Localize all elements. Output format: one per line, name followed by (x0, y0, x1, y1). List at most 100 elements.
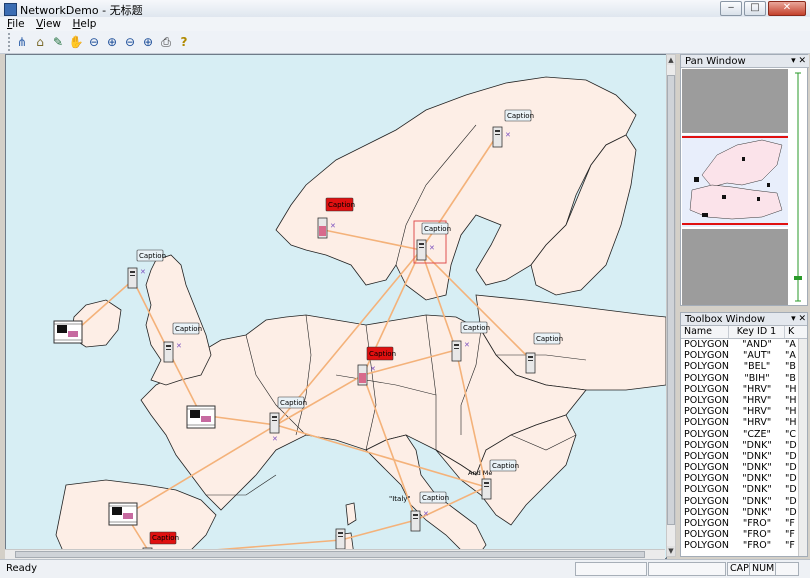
menu-view[interactable]: View (32, 17, 65, 31)
table-row[interactable]: POLYGON "FRO" "F (681, 540, 799, 551)
cell-key-id: "AND" (742, 339, 772, 350)
toolbox-grid-header: Name Key ID 1 K (681, 326, 807, 339)
cell-key-id: "AUT" (743, 350, 771, 362)
table-row[interactable]: POLYGON "BIH" "B (681, 373, 799, 384)
cell-key-id: "DNK" (742, 439, 772, 451)
pan-empty-area (682, 229, 788, 305)
select-tool-icon[interactable]: ✎ (50, 34, 66, 50)
pan-zoom-slider[interactable] (791, 69, 805, 305)
table-row[interactable]: POLYGON "DNK" "D (681, 507, 799, 518)
cell-key-id: "DNK" (742, 462, 772, 474)
status-pane (775, 562, 799, 576)
zoom-in-icon[interactable]: ⊕ (104, 34, 120, 50)
cell-name: POLYGON (684, 506, 729, 518)
column-header[interactable]: Key ID 1 (729, 326, 785, 338)
cell-name: POLYGON (684, 518, 729, 529)
cell-name: POLYGON (684, 529, 729, 541)
cell-k: "B (785, 372, 796, 384)
toolbox-vertical-scrollbar[interactable] (798, 339, 807, 556)
pan-hand-icon[interactable]: ✋ (68, 34, 84, 50)
menu-file[interactable]: File (3, 17, 29, 31)
cell-key-id: "HRV" (742, 417, 772, 429)
table-row[interactable]: POLYGON "CZE" "C (681, 429, 799, 440)
table-row[interactable]: POLYGON "DNK" "D (681, 484, 799, 495)
table-row[interactable]: POLYGON "DNK" "D (681, 473, 799, 484)
cell-k: "H (785, 417, 797, 429)
table-row[interactable]: POLYGON "FRO" "F (681, 529, 799, 540)
table-row[interactable]: POLYGON "AND" "A (681, 339, 799, 350)
svg-text:✕: ✕ (423, 510, 429, 518)
zoom-all-icon[interactable]: ⊕ (140, 34, 156, 50)
pan-map-preview[interactable] (682, 135, 788, 227)
minimize-button[interactable]: ‒ (720, 1, 742, 16)
table-row[interactable]: POLYGON "FRO" "F (681, 518, 799, 529)
cell-name: POLYGON (684, 540, 729, 552)
close-button[interactable]: ✕ (768, 1, 806, 16)
toolbox-window[interactable]: Toolbox Window ▾ ✕ Name Key ID 1 K POLYG… (680, 312, 808, 557)
rack-node[interactable] (186, 405, 216, 429)
menu-bar: File View Help (0, 17, 810, 31)
zoom-out-icon[interactable]: ⊖ (86, 34, 102, 50)
toolbar: ⋔ ⌂ ✎ ✋ ⊖ ⊕ ⊖ ⊕ ⎙ ? (0, 31, 810, 54)
caption-label: Caption (152, 534, 179, 542)
svg-text:✕: ✕ (464, 341, 470, 349)
svg-text:✕: ✕ (505, 131, 511, 139)
svg-text:✕: ✕ (370, 365, 376, 373)
window-title: NetworkDemo - 无标题 (20, 4, 143, 17)
cell-name: POLYGON (684, 450, 729, 462)
caption-label: Caption (328, 201, 355, 209)
cell-name: POLYGON (684, 383, 729, 395)
column-header[interactable]: K (785, 326, 807, 338)
table-row[interactable]: POLYGON "DNK" "D (681, 451, 799, 462)
table-row[interactable]: POLYGON "BEL" "B (681, 361, 799, 372)
rack-node[interactable] (53, 320, 83, 344)
table-row[interactable]: POLYGON "DNK" "D (681, 496, 799, 507)
table-row[interactable]: POLYGON "DNK" "D (681, 440, 799, 451)
map-view[interactable]: ✕ Caption ✕ Caption ✕ Caption ✕ Caption … (5, 54, 667, 559)
column-header[interactable]: Name (681, 326, 729, 338)
table-row[interactable]: POLYGON "HRV" "H (681, 395, 799, 406)
table-row[interactable]: POLYGON "HRV" "H (681, 417, 799, 428)
menu-help[interactable]: Help (69, 17, 101, 31)
map-vertical-scrollbar[interactable]: ▲ ▼ (666, 54, 676, 557)
table-row[interactable]: POLYGON "AUT" "A (681, 350, 799, 361)
cell-name: POLYGON (684, 417, 729, 429)
rack-node[interactable] (108, 502, 138, 526)
table-row[interactable]: POLYGON "DNK" "D (681, 462, 799, 473)
map-horizontal-scrollbar[interactable] (5, 549, 665, 559)
cell-k: "H (785, 394, 797, 406)
scroll-up-arrow-icon[interactable]: ▲ (667, 55, 675, 65)
toolbox-window-title: Toolbox Window ▾ ✕ (681, 313, 807, 326)
maximize-button[interactable]: □ (744, 1, 766, 16)
caption-label: Caption (422, 494, 449, 502)
network-tool-icon[interactable]: ⋔ (14, 34, 30, 50)
pan-window[interactable]: Pan Window ▾ ✕ (680, 54, 809, 306)
scroll-down-arrow-icon[interactable]: ▼ (667, 546, 675, 556)
svg-text:✕: ✕ (429, 244, 435, 252)
cell-key-id: "HRV" (742, 394, 772, 406)
caption-label: Caption (507, 112, 534, 120)
cell-name: POLYGON (684, 394, 729, 406)
europe-map[interactable]: ✕ Caption ✕ Caption ✕ Caption ✕ Caption … (6, 55, 666, 558)
cell-key-id: "FRO" (742, 529, 772, 541)
zoom-out-2-icon[interactable]: ⊖ (122, 34, 138, 50)
caption-label: Caption (369, 350, 396, 358)
caption-label: Caption (492, 462, 519, 470)
panel-controls-icon[interactable]: ▾ ✕ (791, 55, 806, 68)
toolbar-group: ⋔ ⌂ ✎ ✋ ⊖ ⊕ ⊖ ⊕ ⎙ ? (8, 33, 192, 51)
server-node[interactable] (335, 528, 346, 550)
print-icon[interactable]: ⎙ (158, 34, 174, 50)
scroll-thumb[interactable] (667, 75, 675, 525)
cell-name: POLYGON (684, 439, 729, 451)
cell-k: "A (785, 339, 796, 350)
table-row[interactable]: POLYGON "HRV" "H (681, 406, 799, 417)
table-row[interactable]: POLYGON "HRV" "H (681, 384, 799, 395)
place-label-and-me: And Me (468, 469, 492, 477)
cell-key-id: "DNK" (742, 473, 772, 485)
cell-key-id: "DNK" (742, 506, 772, 518)
panel-controls-icon[interactable]: ▾ ✕ (791, 313, 806, 326)
scroll-thumb[interactable] (15, 551, 645, 558)
cell-k: "F (785, 540, 795, 552)
help-icon[interactable]: ? (176, 34, 192, 50)
pointer-tool-icon[interactable]: ⌂ (32, 34, 48, 50)
